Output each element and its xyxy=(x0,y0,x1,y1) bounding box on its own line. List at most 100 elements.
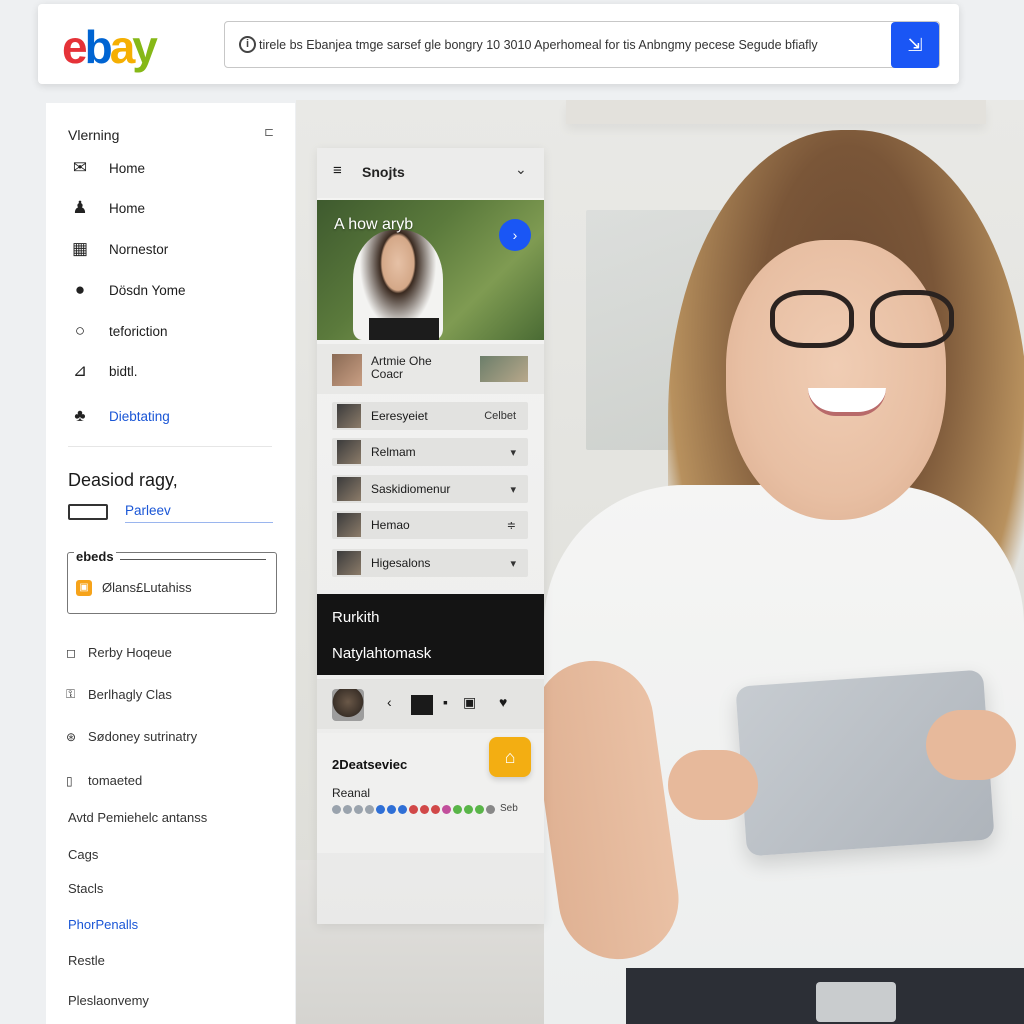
card-title: 2Deatseviec xyxy=(332,757,408,772)
sidebar-item-dosdn-yome[interactable]: ● Dösdn Yome xyxy=(68,278,186,302)
icon-toolbar: ‹ ▪ ▣ ♥ xyxy=(317,679,544,729)
color-dot xyxy=(398,805,407,814)
mail-icon: ✉ xyxy=(72,158,88,177)
color-dot xyxy=(343,805,352,814)
sidebar-item-home[interactable]: ✉ Home xyxy=(68,156,145,180)
hand xyxy=(926,710,1016,780)
face xyxy=(726,240,946,520)
dots-label: Seb xyxy=(500,803,518,814)
image-icon[interactable]: ▪ xyxy=(443,694,448,710)
row-right-label: Celbet xyxy=(484,410,516,422)
color-dot xyxy=(409,805,418,814)
list-item[interactable]: Higesalons ▾ xyxy=(332,549,528,577)
search-bar: i xyxy=(224,21,940,68)
row-label: Relmam xyxy=(371,445,416,459)
sidebar-text-link[interactable]: Restle xyxy=(68,953,105,968)
row-thumbnail xyxy=(337,551,361,575)
sidebar-text-link[interactable]: Cags xyxy=(68,847,98,862)
box-title: ebeds xyxy=(74,549,116,564)
color-dot xyxy=(365,805,374,814)
search-button[interactable]: ⇲ xyxy=(891,22,939,68)
box-line xyxy=(120,559,266,560)
color-dot xyxy=(332,805,341,814)
heart-icon[interactable]: ♥ xyxy=(499,694,507,710)
grid-icon: ▦ xyxy=(71,239,89,258)
orange-action-button[interactable]: ⌂ xyxy=(489,737,531,777)
color-dot xyxy=(486,805,495,814)
user-icon: ♟ xyxy=(72,198,88,217)
section-link[interactable]: Parleev xyxy=(125,503,273,523)
color-dot xyxy=(354,805,363,814)
section-title: Deasiod ragy, xyxy=(68,470,178,490)
glasses xyxy=(766,290,956,350)
featured-text: Artmie Ohe Coacr xyxy=(371,355,432,381)
ebay-logo[interactable]: ebay xyxy=(62,20,158,74)
square-icon: ▯ xyxy=(66,773,73,788)
dark-banner-line-1: Rurkith xyxy=(332,609,380,626)
featured-thumbnail-2 xyxy=(480,356,528,382)
video-icon[interactable] xyxy=(411,695,433,715)
hero-banner[interactable]: A how aryb › xyxy=(317,200,544,340)
chevron-down-icon[interactable]: ▾ xyxy=(510,446,528,459)
row-label: Higesalons xyxy=(371,556,431,570)
list-item[interactable]: Eeresyeiet Celbet xyxy=(332,402,528,430)
circle-icon: ○ xyxy=(74,321,86,340)
lock-icon: ⚿ xyxy=(66,687,76,701)
panel-header: ≡ Snojts ⌄ xyxy=(317,148,544,198)
sidebar-link[interactable]: ◻ Rerby Hoqeue xyxy=(66,645,172,660)
sidebar-item-label: Home xyxy=(109,160,146,176)
orange-tag-icon: ▣ xyxy=(76,580,92,596)
hero-next-button[interactable]: › xyxy=(499,219,531,251)
sidebar-item-label: Dösdn Yome xyxy=(109,282,186,298)
dark-banner-line-2: Natylahtomask xyxy=(332,645,432,662)
list-item[interactable]: Saskidiomenur ▾ xyxy=(332,475,528,503)
sidebar-link[interactable]: ▯ tomaeted xyxy=(66,773,142,788)
list-item[interactable]: Relmam ▾ xyxy=(332,438,528,466)
back-icon[interactable]: ‹ xyxy=(387,694,392,710)
box-text[interactable]: Ølans£Lutahiss xyxy=(102,580,192,595)
sidebar-text-link[interactable]: Pleslaonvemy xyxy=(68,993,149,1008)
sidebar-link[interactable]: ⊛ Sødoney sutrinatry xyxy=(66,729,197,744)
color-dot xyxy=(453,805,462,814)
row-thumbnail xyxy=(337,440,361,464)
menu-icon[interactable]: ≡ xyxy=(333,162,342,179)
row-thumbnail xyxy=(337,404,361,428)
sidebar-item-label: teforiction xyxy=(109,323,168,339)
chevron-down-icon[interactable]: ▾ xyxy=(510,557,528,570)
panel-title: Snojts xyxy=(362,164,405,180)
search-input[interactable] xyxy=(259,32,879,58)
sidebar-item-nornestor[interactable]: ▦ Nornestor xyxy=(68,237,168,261)
color-dot xyxy=(376,805,385,814)
color-dot xyxy=(475,805,484,814)
sidebar-link[interactable]: ⚿ Berlhagly Clas xyxy=(66,687,172,702)
bag-icon: ◻ xyxy=(66,645,76,660)
sidebar-text-link[interactable]: Stacls xyxy=(68,881,103,896)
row-label: Eeresyeiet xyxy=(371,409,428,423)
avatar[interactable] xyxy=(332,689,364,721)
featured-item[interactable]: Artmie Ohe Coacr xyxy=(317,344,544,394)
color-dot xyxy=(464,805,473,814)
chevron-down-icon[interactable]: ⌄ xyxy=(515,161,527,178)
chevron-down-icon[interactable]: ▾ xyxy=(510,483,528,496)
row-label: Saskidiomenur xyxy=(371,482,451,496)
hand xyxy=(668,750,758,820)
sidebar-item-label: Diebtating xyxy=(109,408,170,424)
toggle-box[interactable] xyxy=(68,504,108,520)
bell-icon: ⌂ xyxy=(504,747,516,767)
color-dot xyxy=(387,805,396,814)
sidebar-text-link-active[interactable]: PhorPenalls xyxy=(68,917,138,932)
sidebar-item-home-2[interactable]: ♟ Home xyxy=(68,196,145,220)
collapse-icon[interactable]: ⊏ xyxy=(264,125,274,139)
sidebar-item-bidtl[interactable]: ⊿ bidtl. xyxy=(68,359,138,383)
chart-icon: ⊿ xyxy=(72,361,88,380)
sort-icon[interactable]: ≑ xyxy=(507,519,528,532)
group-icon: ♣ xyxy=(74,406,86,425)
divider xyxy=(68,446,272,447)
sidebar-text-link[interactable]: Avtd Pemiehelc antanss xyxy=(68,810,207,825)
photo-icon[interactable]: ▣ xyxy=(463,694,476,711)
list-item[interactable]: Hemao ≑ xyxy=(332,511,528,539)
sidebar-item-teforiction[interactable]: ○ teforiction xyxy=(68,319,168,343)
sidebar-item-diebtating[interactable]: ♣ Diebtating xyxy=(68,404,170,428)
row-thumbnail xyxy=(337,513,361,537)
dark-banner[interactable]: Rurkith Natylahtomask xyxy=(317,594,544,675)
